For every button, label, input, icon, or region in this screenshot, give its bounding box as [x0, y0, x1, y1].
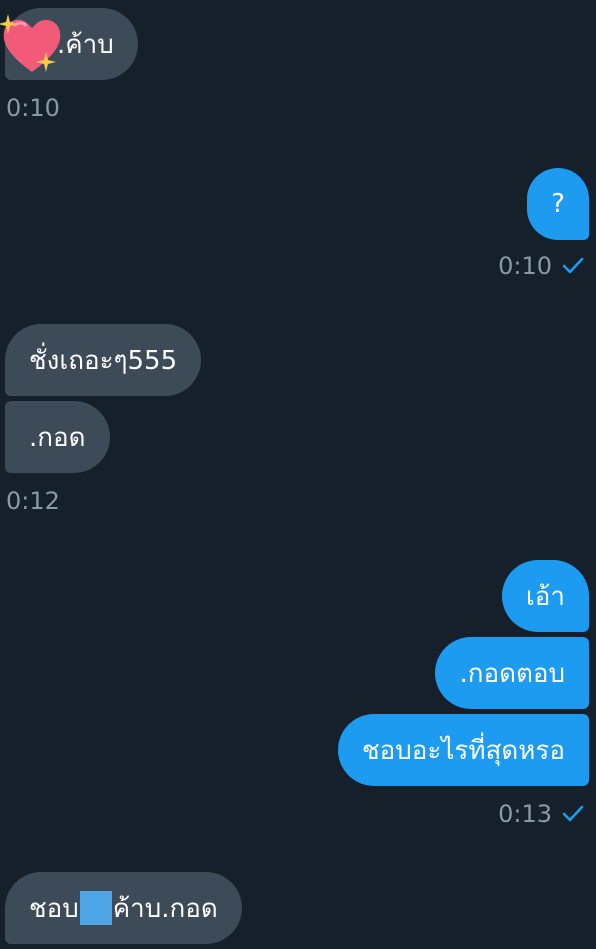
message-text: ชอบอะไรที่สุดหรอ	[362, 735, 565, 766]
received-message-bubble[interactable]: .กอด	[5, 401, 110, 473]
message-text: .ค้าบ	[57, 29, 114, 60]
sent-message-bubble[interactable]: ?	[527, 168, 589, 240]
message-timestamp: 0:12	[6, 487, 60, 515]
message-text: ?	[551, 189, 565, 219]
message-timestamp: 0:13	[498, 800, 584, 828]
check-icon	[562, 805, 584, 823]
message-text: เอ้า	[525, 581, 565, 612]
received-message-bubble[interactable]: ชั่งเถอะๆ555	[5, 324, 202, 396]
sent-message-bubble[interactable]: ชอบอะไรที่สุดหรอ	[338, 714, 589, 786]
heart-sparkle-sticker-icon	[0, 14, 61, 72]
message-text-before: ชอบ	[29, 893, 79, 924]
message-text: .กอดตอบ	[459, 658, 565, 689]
received-message-bubble[interactable]: ชอบ ค้าบ.กอด	[5, 872, 242, 944]
redacted-block	[79, 891, 112, 925]
message-text-after: ค้าบ.กอด	[112, 893, 218, 924]
sent-message-bubble[interactable]: .กอดตอบ	[435, 637, 589, 709]
check-icon	[562, 257, 584, 275]
message-text: .กอด	[29, 422, 86, 453]
message-thread: .ค้าบ 0:10 ? 0:10 ชั่งเถอะๆ555 .กอด 0:12…	[0, 0, 596, 949]
message-text: ชั่งเถอะๆ555	[29, 345, 178, 376]
message-timestamp: 0:10	[498, 252, 584, 280]
message-timestamp: 0:10	[6, 94, 60, 122]
sent-message-bubble[interactable]: เอ้า	[501, 560, 589, 632]
